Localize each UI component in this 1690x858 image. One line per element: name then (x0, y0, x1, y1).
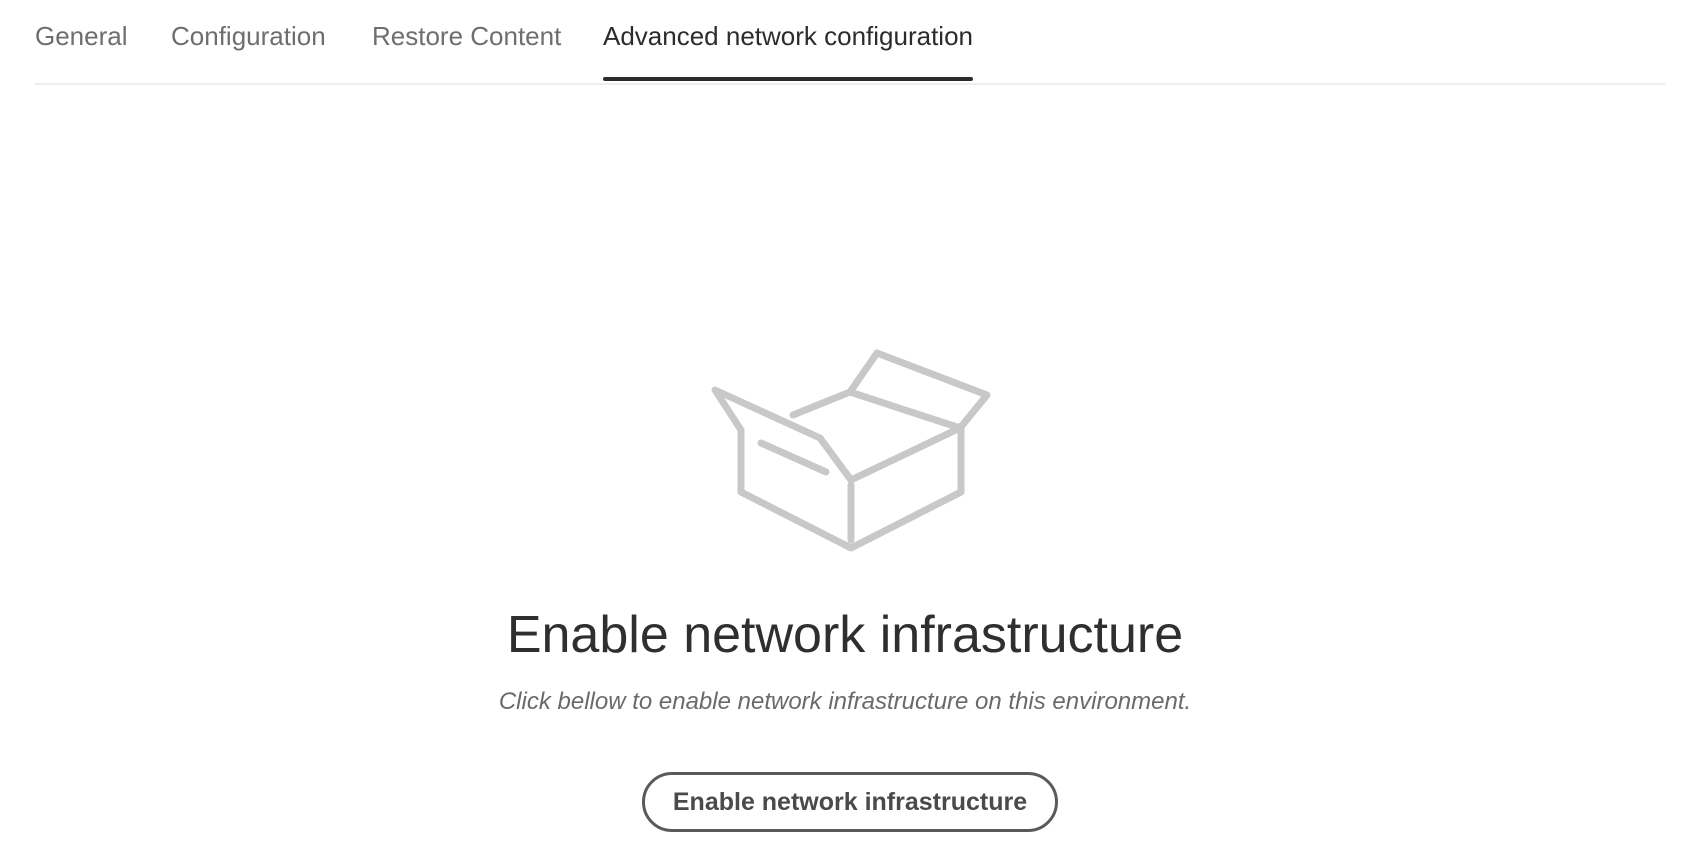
tab-general[interactable]: General (35, 18, 128, 81)
tab-restore-content[interactable]: Restore Content (372, 18, 561, 81)
enable-network-infrastructure-button[interactable]: Enable network infrastructure (642, 772, 1058, 832)
open-box-icon (711, 349, 991, 552)
page: General Configuration Restore Content Ad… (0, 0, 1690, 858)
tab-advanced-network-configuration[interactable]: Advanced network configuration (603, 18, 974, 81)
empty-state-heading: Enable network infrastructure (506, 606, 1184, 664)
tab-bar: General Configuration Restore Content Ad… (35, 0, 1665, 85)
empty-state-description: Click bellow to enable network infrastru… (498, 688, 1192, 715)
tab-configuration[interactable]: Configuration (171, 18, 326, 81)
